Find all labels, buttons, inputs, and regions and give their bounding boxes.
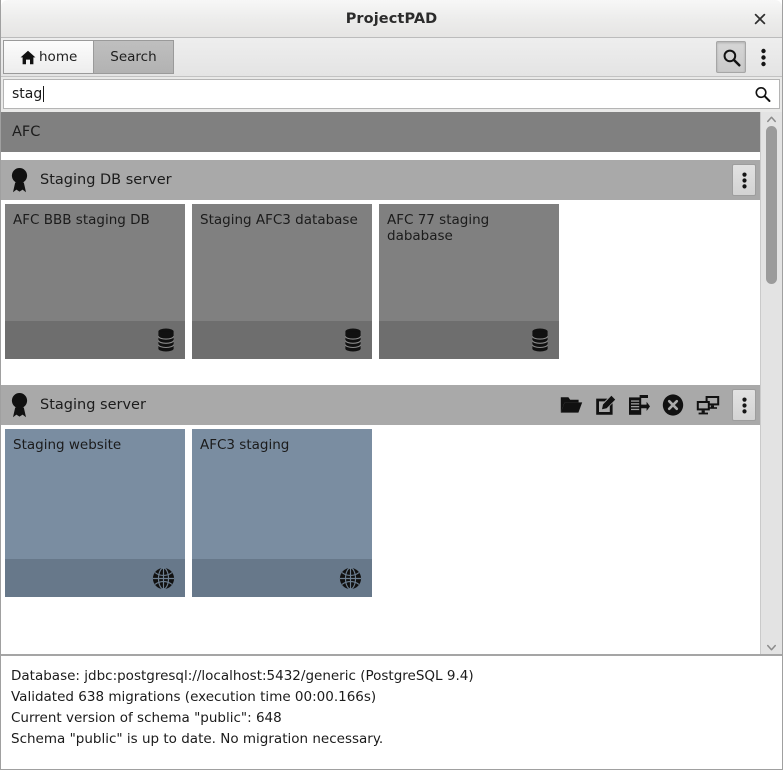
card-title: AFC 77 staging dababase	[387, 212, 490, 245]
tab-home-label: home	[39, 49, 78, 65]
card-body	[5, 228, 185, 321]
card-title: Staging website	[13, 437, 122, 453]
window-close-button[interactable]	[746, 0, 774, 37]
text-caret	[43, 86, 45, 102]
group-header-staging-server[interactable]: Staging server	[1, 385, 760, 425]
card-body	[192, 453, 372, 559]
kebab-menu-icon	[760, 48, 766, 66]
scrollbar-up-button[interactable]	[761, 112, 783, 126]
search-toggle-button[interactable]	[716, 41, 746, 73]
card-item[interactable]: AFC BBB staging DB	[5, 204, 185, 359]
home-icon	[20, 50, 36, 65]
edit-pencil-icon	[596, 395, 616, 415]
chevron-down-icon	[767, 644, 776, 650]
card-row-databases: AFC BBB staging DB Staging AFC3 database…	[1, 200, 760, 359]
card-title: AFC BBB staging DB	[13, 212, 150, 228]
tab-search-label: Search	[110, 49, 157, 65]
kebab-menu-icon	[741, 172, 747, 188]
remote-desktop-icon	[696, 395, 720, 414]
tab-search[interactable]: Search	[93, 40, 174, 74]
card-body	[379, 244, 559, 321]
card-title: AFC3 staging	[200, 437, 290, 453]
copy-action[interactable]	[628, 394, 650, 416]
database-icon	[531, 328, 549, 352]
database-icon	[157, 328, 175, 352]
chevron-up-icon	[767, 116, 776, 122]
toolbar-right-actions	[716, 38, 782, 76]
group-title: Staging DB server	[40, 172, 172, 188]
project-banner-label: AFC	[12, 124, 41, 140]
award-ribbon-icon	[10, 392, 29, 418]
group-overflow-menu-button[interactable]	[732, 164, 756, 196]
log-line: Schema "public" is up to date. No migrat…	[11, 731, 384, 747]
overflow-menu-button[interactable]	[748, 41, 778, 73]
projectpad-window: ProjectPAD home Search stag AFC Staging …	[0, 0, 783, 770]
award-ribbon-icon	[10, 167, 29, 193]
close-circle-icon	[662, 394, 684, 416]
title-bar: ProjectPAD	[1, 0, 782, 38]
card-item[interactable]: AFC 77 staging dababase	[379, 204, 559, 359]
database-icon	[344, 328, 362, 352]
main-toolbar: home Search	[1, 38, 782, 77]
log-line: Current version of schema "public": 648	[11, 710, 282, 726]
globe-icon	[152, 566, 175, 590]
search-results-list: AFC Staging DB server AFC BBB staging DB…	[1, 112, 760, 654]
card-footer	[192, 321, 372, 359]
log-output-panel: Database: jdbc:postgresql://localhost:54…	[1, 655, 782, 769]
edit-action[interactable]	[595, 395, 616, 416]
group-overflow-menu-button[interactable]	[732, 389, 756, 421]
close-icon	[754, 13, 766, 24]
card-item[interactable]: AFC3 staging	[192, 429, 372, 597]
tab-home[interactable]: home	[3, 40, 94, 74]
search-bar-row: stag	[1, 77, 782, 112]
scrollbar-track[interactable]	[761, 126, 783, 640]
search-icon	[723, 49, 741, 67]
scrollbar-thumb[interactable]	[765, 126, 777, 284]
log-line: Database: jdbc:postgresql://localhost:54…	[11, 668, 474, 684]
search-icon[interactable]	[754, 86, 771, 103]
results-outer: AFC Staging DB server AFC BBB staging DB…	[1, 112, 782, 655]
search-input-value: stag	[12, 86, 43, 102]
open-folder-icon	[560, 397, 583, 413]
card-footer	[5, 321, 185, 359]
scrollbar-down-button[interactable]	[761, 640, 783, 654]
group-header-staging-db-server[interactable]: Staging DB server	[1, 160, 760, 200]
remote-desktop-action[interactable]	[696, 395, 720, 416]
kebab-menu-icon	[741, 397, 747, 413]
search-input[interactable]: stag	[3, 79, 780, 109]
log-line: Validated 638 migrations (execution time…	[11, 689, 377, 705]
card-body	[192, 228, 372, 321]
project-banner[interactable]: AFC	[1, 112, 760, 152]
card-body	[5, 453, 185, 559]
group-title: Staging server	[40, 397, 146, 413]
globe-icon	[339, 566, 362, 590]
card-footer	[5, 559, 185, 597]
group-action-bar	[560, 394, 720, 416]
copy-clipboard-icon	[629, 395, 650, 415]
card-row-websites: Staging website AFC3 staging	[1, 425, 760, 597]
tab-bar: home Search	[1, 38, 174, 76]
card-title: Staging AFC3 database	[200, 212, 358, 228]
card-footer	[379, 321, 559, 359]
card-item[interactable]: Staging website	[5, 429, 185, 597]
open-folder-action[interactable]	[560, 395, 583, 415]
close-action[interactable]	[662, 394, 684, 416]
card-item[interactable]: Staging AFC3 database	[192, 204, 372, 359]
card-footer	[192, 559, 372, 597]
results-scrollbar[interactable]	[760, 112, 782, 654]
window-title: ProjectPAD	[345, 10, 438, 27]
